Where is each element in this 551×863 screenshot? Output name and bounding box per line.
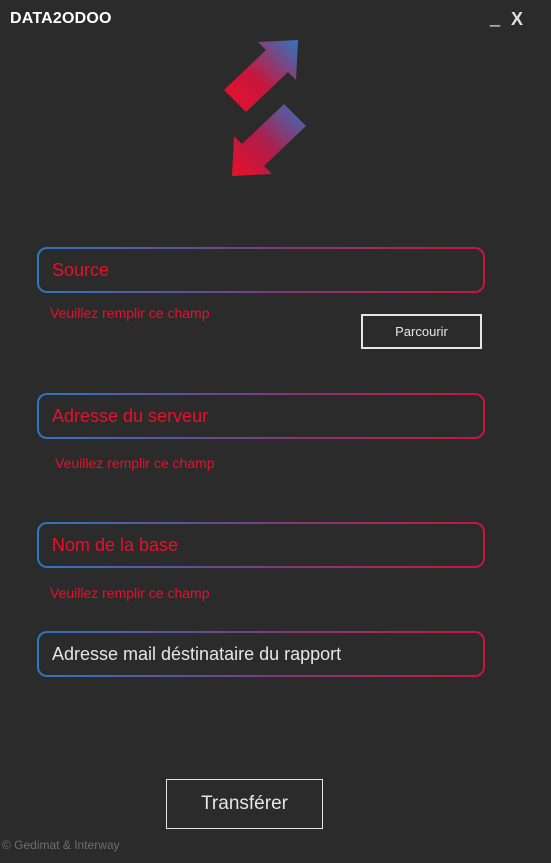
- source-input[interactable]: Source: [39, 249, 483, 291]
- browse-button[interactable]: Parcourir: [361, 314, 482, 349]
- server-address-input[interactable]: Adresse du serveur: [39, 395, 483, 437]
- source-field[interactable]: Source: [37, 247, 485, 293]
- server-error: Veuillez remplir ce champ: [55, 455, 215, 471]
- arrow-down-left-icon: [232, 104, 306, 176]
- server-field[interactable]: Adresse du serveur: [37, 393, 485, 439]
- arrow-up-right-icon: [224, 40, 298, 112]
- report-email-input[interactable]: Adresse mail déstinataire du rapport: [39, 633, 483, 675]
- swap-arrows-icon: [224, 40, 306, 176]
- app-title: DATA2ODOO: [10, 10, 112, 27]
- copyright-text: © Gedimat & Interway: [2, 838, 120, 852]
- database-field[interactable]: Nom de la base: [37, 522, 485, 568]
- minimize-button[interactable]: _: [486, 8, 504, 28]
- close-button[interactable]: X: [508, 8, 526, 29]
- database-name-input[interactable]: Nom de la base: [39, 524, 483, 566]
- database-error: Veuillez remplir ce champ: [50, 585, 210, 601]
- transfer-button[interactable]: Transférer: [166, 779, 323, 829]
- source-error: Veuillez remplir ce champ: [50, 305, 210, 321]
- app-window: DATA2ODOO _ X Source Veuillez remplir ce…: [0, 0, 551, 863]
- email-field[interactable]: Adresse mail déstinataire du rapport: [37, 631, 485, 677]
